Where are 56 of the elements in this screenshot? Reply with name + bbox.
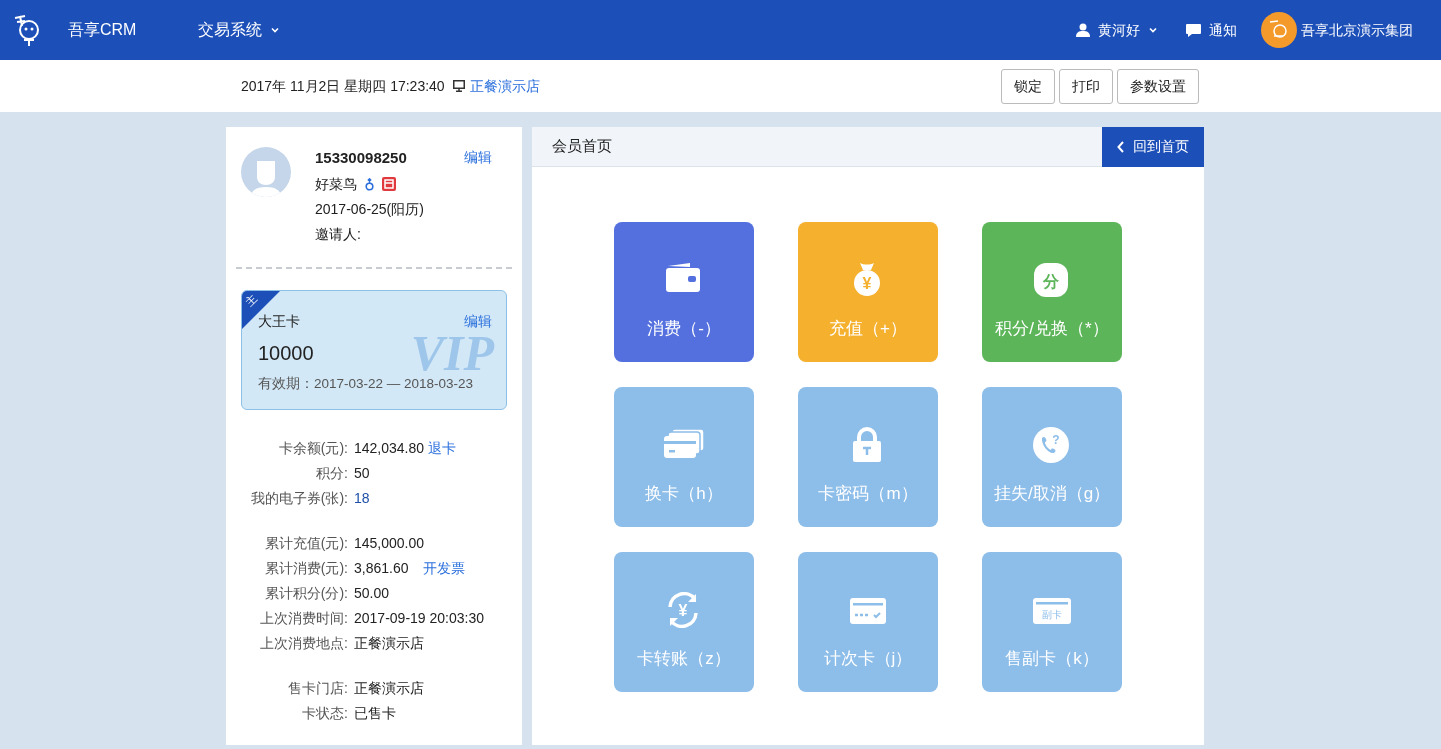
toolbar-button[interactable]: 参数设置 [1117,68,1199,104]
field-value: 145,000.00 [354,534,425,553]
toolbar-button[interactable]: 锁定 [1001,68,1055,104]
field-label: 累计充值(元): [263,534,349,553]
edit-link[interactable]: 编辑 [464,147,492,170]
chevron-down-icon [1148,25,1158,35]
field-label: 售卡门店: [287,679,349,698]
field-value: 50.00 [354,584,390,603]
member-phone: 15330098250 [315,148,407,168]
field-label: 累计消费(元): [263,559,349,578]
store-link[interactable]: 正餐演示店 [469,75,540,97]
phone-help-icon: ? [1032,427,1072,463]
field-value: 3,861.60 [354,559,409,578]
avatar-silhouette-icon [241,147,291,197]
card-name: 大王卡 [258,312,300,331]
field-label: 上次消费地点: [259,634,349,653]
field-value: 正餐演示店 [354,679,424,698]
field-label: 卡状态: [301,704,349,723]
field-label: 累计积分(分): [263,584,349,603]
field-value: 142,034.80 [354,439,425,458]
action-link[interactable]: 退卡 [428,436,457,461]
field-label: 积分: [315,464,349,483]
member-name: 好菜鸟 [315,174,357,194]
inviter-label: 邀请人: [315,224,362,244]
birthday-text: 2017-06-25(阳历) [315,199,425,219]
user-icon [1076,23,1090,37]
chevron-down-icon [270,25,281,35]
field-value: 已售卡 [354,704,396,723]
field-label: 卡余额(元): [277,439,349,458]
org-name: 吾享北京演示集团 [1301,20,1413,40]
brand-name: 吾享CRM [68,20,137,40]
coupon-count-link[interactable]: 18 [354,486,370,511]
notification-link[interactable]: 通知 [1186,19,1237,41]
org-avatar-icon [1261,12,1297,48]
field-value: 2017-09-19 20:03:30 [354,609,484,628]
field-value: 50 [354,464,370,483]
user-menu[interactable]: 黄河好 [1076,19,1158,41]
toolbar-button[interactable]: 打印 [1059,68,1113,104]
date-time-text: 2017年 11月2日 星期四 17:23:40 [241,76,445,96]
validity-text: 有效期：2017-03-22 — 2018-03-23 [258,375,474,393]
panel-title: 会员首页 [552,136,612,157]
chat-bubble-icon [1186,23,1201,37]
store-icon [382,177,396,191]
function-tile[interactable]: 消费（-） [614,222,754,362]
primary-label: 主 [242,291,261,310]
back-home-button[interactable]: 回到首页 [1102,126,1204,167]
trade-system-menu[interactable]: 交易系统 [198,18,281,42]
field-label: 我的电子券(张): [249,489,349,508]
chevron-left-icon [1117,140,1125,153]
monitor-icon [452,80,465,92]
action-link[interactable]: 开发票 [422,556,465,581]
field-value: 正餐演示店 [354,634,424,653]
field-label: 上次消费时间: [259,609,349,628]
edit-link[interactable]: 编辑 [464,311,492,332]
male-symbol-icon [365,177,374,191]
card-number: 10000 [258,341,314,366]
